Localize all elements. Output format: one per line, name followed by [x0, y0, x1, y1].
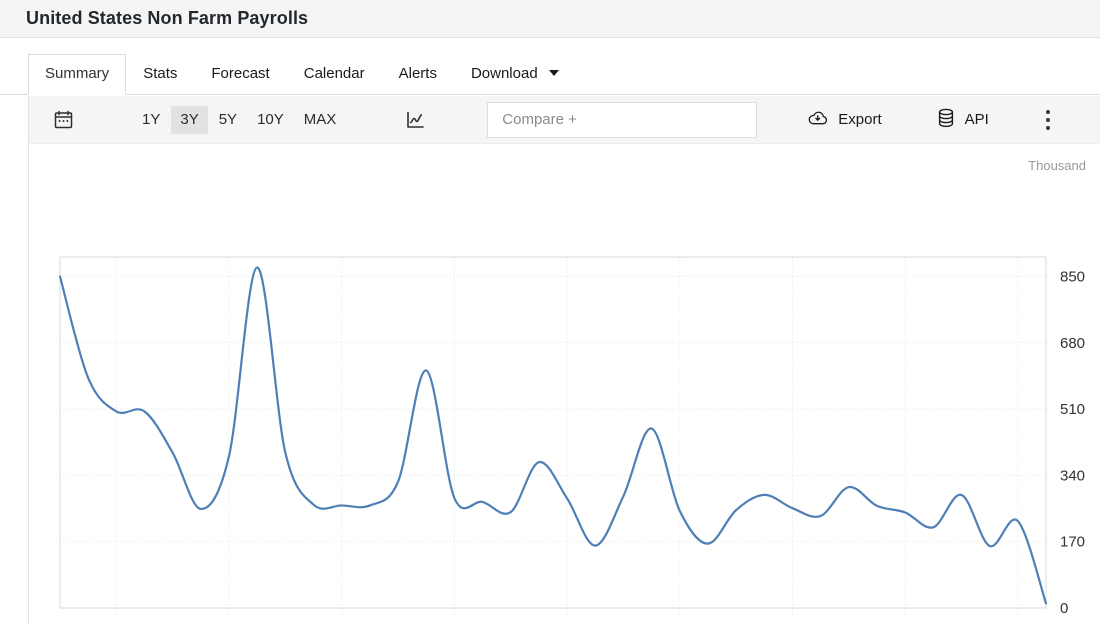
- tab-summary[interactable]: Summary: [28, 54, 126, 95]
- page-title: United States Non Farm Payrolls: [26, 8, 308, 29]
- chart-container: Thousand 01703405106808502022MaySep2023M…: [29, 144, 1100, 623]
- y-axis-tick: 170: [1060, 534, 1085, 551]
- cloud-download-icon: [807, 107, 829, 133]
- y-axis-tick: 850: [1060, 269, 1085, 286]
- payrolls-line-chart[interactable]: 01703405106808502022MaySep2023MaySep2024…: [29, 144, 1100, 623]
- export-label: Export: [838, 111, 881, 128]
- api-button[interactable]: API: [930, 103, 995, 137]
- export-button[interactable]: Export: [801, 103, 887, 137]
- tab-stats-label: Stats: [143, 65, 177, 82]
- y-axis-tick: 340: [1060, 467, 1085, 484]
- y-axis-tick: 510: [1060, 401, 1085, 418]
- tab-calendar-label: Calendar: [304, 65, 365, 82]
- chart-toolbar: 1Y 3Y 5Y 10Y MAX: [29, 96, 1100, 144]
- tab-forecast[interactable]: Forecast: [194, 54, 286, 95]
- chart-panel: 1Y 3Y 5Y 10Y MAX: [28, 96, 1100, 624]
- tab-calendar[interactable]: Calendar: [287, 54, 382, 95]
- kebab-menu-icon[interactable]: [1035, 105, 1061, 135]
- compare-input[interactable]: [500, 110, 744, 129]
- app-root: United States Non Farm Payrolls Summary …: [0, 0, 1100, 624]
- tab-bar-left-edge: [0, 93, 28, 94]
- chevron-down-icon: [549, 70, 559, 76]
- page-header: United States Non Farm Payrolls: [0, 0, 1100, 38]
- tab-summary-label: Summary: [45, 65, 109, 82]
- calendar-icon[interactable]: [47, 104, 79, 136]
- api-label: API: [965, 111, 989, 128]
- tab-alerts-label: Alerts: [399, 65, 437, 82]
- y-axis-tick: 680: [1060, 335, 1085, 352]
- range-button-10y[interactable]: 10Y: [248, 106, 293, 134]
- tab-stats[interactable]: Stats: [126, 54, 194, 95]
- line-chart-icon[interactable]: [399, 104, 431, 136]
- compare-input-wrapper[interactable]: [487, 102, 757, 138]
- tab-download[interactable]: Download: [454, 54, 576, 95]
- series-line-non-farm-payrolls: [60, 268, 1046, 604]
- range-selector: 1Y 3Y 5Y 10Y MAX: [133, 106, 345, 134]
- database-icon: [936, 107, 956, 133]
- range-button-5y[interactable]: 5Y: [210, 106, 246, 134]
- tab-bar: Summary Stats Forecast Calendar Alerts D…: [0, 38, 1100, 95]
- tab-alerts[interactable]: Alerts: [382, 54, 454, 95]
- tab-download-label: Download: [471, 65, 538, 82]
- y-axis-tick: 0: [1060, 600, 1068, 617]
- range-button-max[interactable]: MAX: [295, 106, 346, 134]
- range-button-3y[interactable]: 3Y: [171, 106, 207, 134]
- range-button-1y[interactable]: 1Y: [133, 106, 169, 134]
- tab-forecast-label: Forecast: [211, 65, 269, 82]
